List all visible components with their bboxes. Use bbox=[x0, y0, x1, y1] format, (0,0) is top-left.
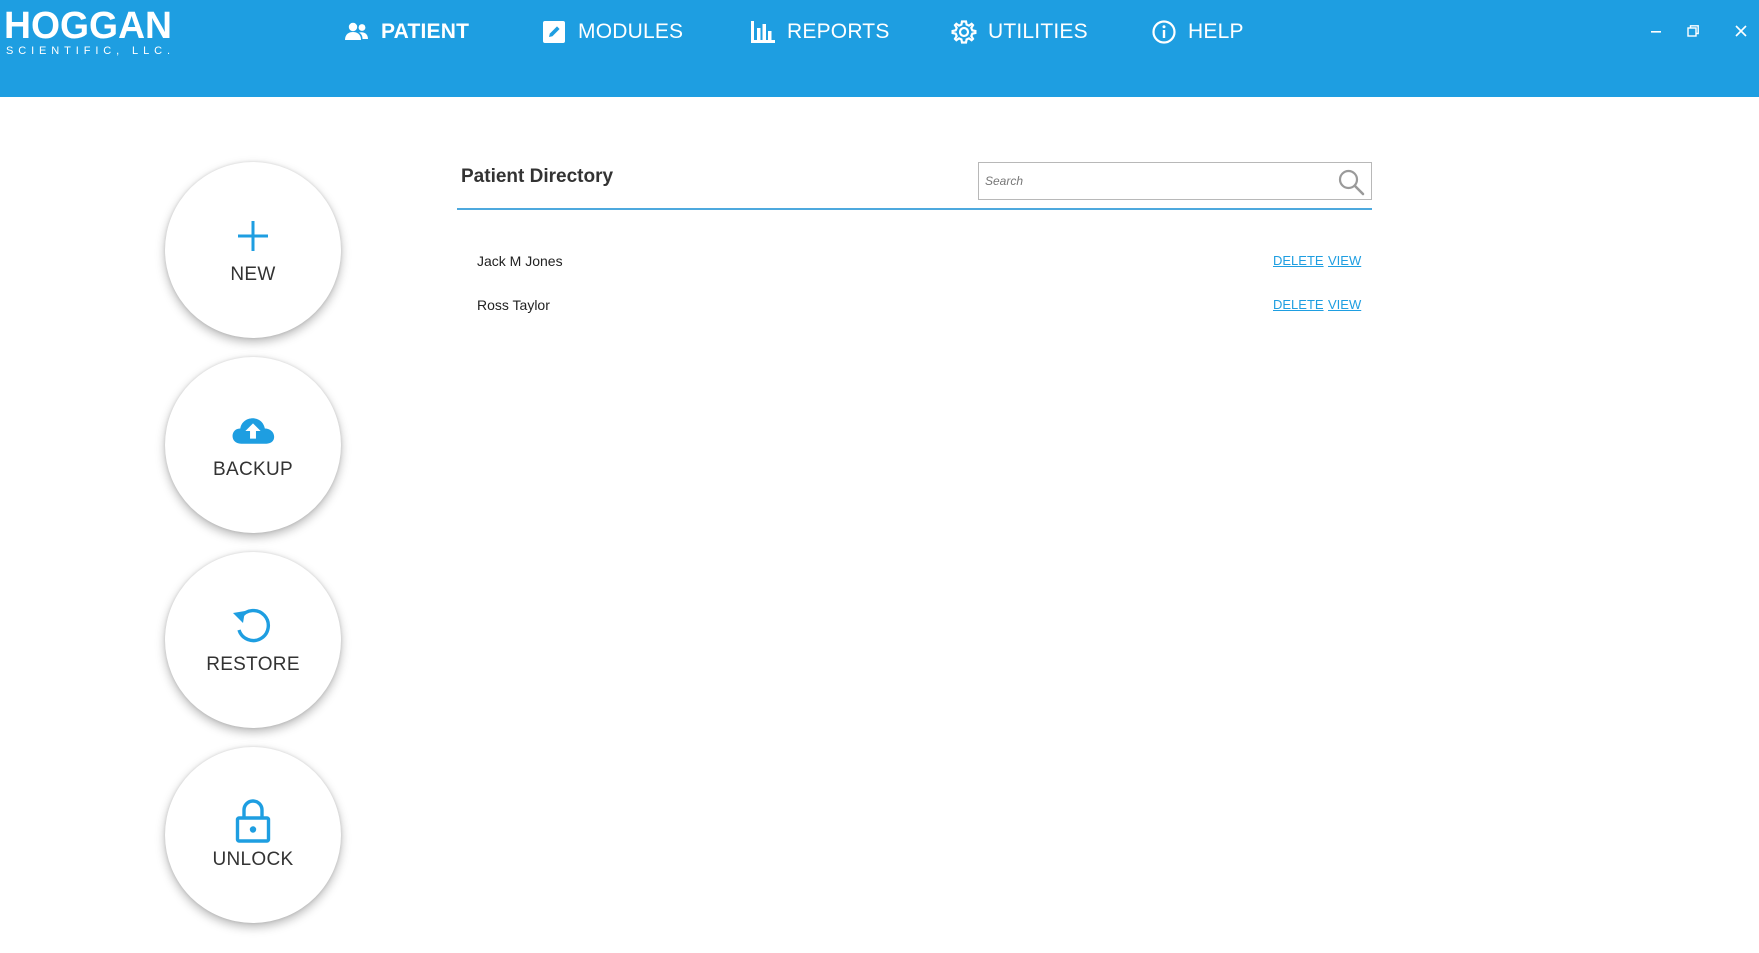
minimize-button[interactable] bbox=[1643, 18, 1669, 44]
hoggan-logo: HOGGAN SCIENTIFIC, LLC. bbox=[4, 5, 172, 57]
nav-utilities[interactable]: UTILITIES bbox=[950, 12, 1088, 52]
close-button[interactable] bbox=[1728, 18, 1754, 44]
patient-row[interactable]: Ross Taylor DELETE VIEW bbox=[457, 291, 1372, 321]
logo-brand: HOGGAN bbox=[4, 5, 172, 47]
nav-modules-label: MODULES bbox=[578, 20, 684, 43]
view-link[interactable]: VIEW bbox=[1328, 253, 1361, 268]
nav-help-label: HELP bbox=[1188, 20, 1244, 43]
view-link[interactable]: VIEW bbox=[1328, 297, 1361, 312]
lock-icon bbox=[231, 799, 275, 843]
search-input[interactable] bbox=[979, 163, 1319, 199]
patient-name: Ross Taylor bbox=[477, 297, 550, 313]
nav-patient[interactable]: PATIENT bbox=[343, 12, 469, 52]
restore-icon bbox=[1687, 25, 1699, 37]
cloud-upload-icon bbox=[231, 409, 275, 453]
patient-row[interactable]: Jack M Jones DELETE VIEW bbox=[457, 247, 1372, 277]
search-icon[interactable] bbox=[1337, 168, 1365, 196]
backup-button[interactable]: BACKUP bbox=[165, 357, 341, 533]
new-button[interactable]: NEW bbox=[165, 162, 341, 338]
top-bar: HOGGAN SCIENTIFIC, LLC. PATIENT MODULES bbox=[0, 0, 1759, 97]
header-divider bbox=[457, 208, 1372, 210]
delete-link[interactable]: DELETE bbox=[1273, 253, 1324, 268]
backup-button-label: BACKUP bbox=[213, 459, 293, 480]
page-title: Patient Directory bbox=[461, 166, 614, 187]
bar-chart-icon bbox=[749, 18, 777, 46]
delete-link[interactable]: DELETE bbox=[1273, 297, 1324, 312]
restore-history-icon bbox=[231, 604, 275, 648]
search-box bbox=[978, 162, 1372, 200]
nav-reports[interactable]: REPORTS bbox=[749, 12, 890, 52]
users-icon bbox=[343, 18, 371, 46]
info-icon bbox=[1150, 18, 1178, 46]
edit-icon bbox=[540, 18, 568, 46]
nav-help[interactable]: HELP bbox=[1150, 12, 1244, 52]
patient-name: Jack M Jones bbox=[477, 253, 563, 269]
new-button-label: NEW bbox=[230, 264, 276, 285]
nav-patient-label: PATIENT bbox=[381, 20, 470, 43]
unlock-button[interactable]: UNLOCK bbox=[165, 747, 341, 923]
plus-icon bbox=[231, 214, 275, 258]
restore-button[interactable] bbox=[1680, 18, 1706, 44]
unlock-button-label: UNLOCK bbox=[212, 849, 294, 870]
restore-button-label: RESTORE bbox=[206, 654, 300, 675]
close-icon bbox=[1735, 25, 1747, 37]
logo-subtitle: SCIENTIFIC, LLC. bbox=[6, 45, 170, 57]
nav-utilities-label: UTILITIES bbox=[988, 20, 1088, 43]
restore-data-button[interactable]: RESTORE bbox=[165, 552, 341, 728]
nav-modules[interactable]: MODULES bbox=[540, 12, 683, 52]
gear-icon bbox=[950, 18, 978, 46]
minimize-icon bbox=[1651, 31, 1661, 33]
nav-reports-label: REPORTS bbox=[787, 20, 890, 43]
